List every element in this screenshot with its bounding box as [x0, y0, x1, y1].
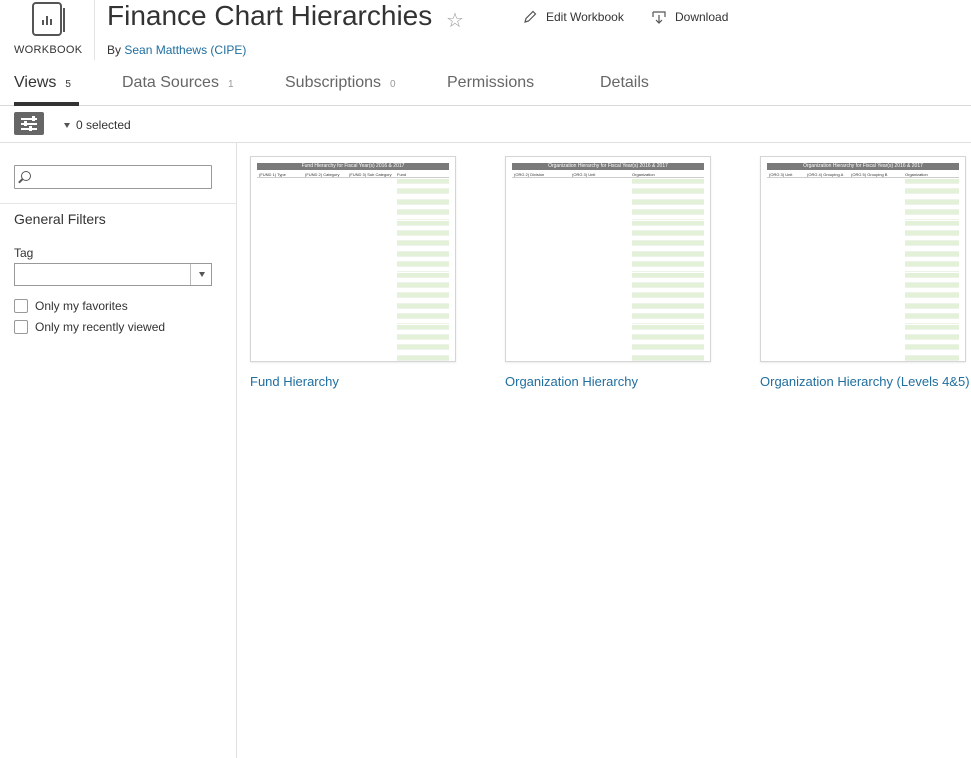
- tab-label: Data Sources: [122, 74, 219, 91]
- only-recent-label: Only my recently viewed: [35, 320, 166, 334]
- view-thumbnail[interactable]: Organization Hierarchy for Fiscal Year(s…: [505, 156, 711, 362]
- thumbnail-body: [257, 179, 449, 361]
- tab-label: Subscriptions: [285, 74, 382, 91]
- edit-workbook-button[interactable]: Edit Workbook: [522, 9, 624, 25]
- selected-count: 0 selected: [76, 118, 131, 132]
- byline-prefix: By: [107, 43, 122, 57]
- tab-data-sources[interactable]: Data Sources 1: [122, 74, 234, 92]
- search-icon: [21, 171, 31, 181]
- tab-details[interactable]: Details: [600, 74, 649, 92]
- download-icon: [651, 9, 667, 25]
- filter-sidebar: General Filters Tag Only my favorites On…: [0, 143, 237, 758]
- view-card-organization-hierarchy[interactable]: Organization Hierarchy for Fiscal Year(s…: [505, 156, 711, 389]
- view-thumbnail[interactable]: Organization Hierarchy for Fiscal Year(s…: [760, 156, 966, 362]
- search-input[interactable]: [14, 165, 212, 189]
- thumbnail-column: (ORG 3) Unit: [572, 172, 596, 177]
- thumbnail-column: (ORG 2) Division: [514, 172, 545, 177]
- view-title-link[interactable]: Organization Hierarchy: [505, 374, 720, 390]
- chevron-down-icon: [199, 272, 205, 277]
- view-title-link[interactable]: Fund Hierarchy: [250, 374, 465, 390]
- selection-dropdown[interactable]: 0 selected: [64, 118, 131, 132]
- favorite-star-icon[interactable]: ☆: [446, 8, 464, 33]
- tab-count: 5: [65, 79, 71, 90]
- page-title: Finance Chart Hierarchies: [107, 0, 433, 31]
- view-title-link[interactable]: Organization Hierarchy (Levels 4&5): [760, 374, 971, 390]
- active-tab-indicator: [14, 102, 79, 106]
- thumbnail-title: Fund Hierarchy for Fiscal Year(s) 2016 &…: [257, 163, 449, 170]
- general-filters-heading: General Filters: [14, 211, 106, 227]
- thumbnail-title: Organization Hierarchy for Fiscal Year(s…: [767, 163, 959, 170]
- thumbnail-columns: (ORG 2) Division (ORG 3) Unit Organizati…: [512, 172, 704, 178]
- tag-label: Tag: [14, 246, 34, 260]
- tab-subscriptions[interactable]: Subscriptions 0: [285, 74, 396, 92]
- thumbnail-column: Fund: [397, 172, 407, 177]
- only-recent-option[interactable]: Only my recently viewed: [14, 320, 165, 334]
- byline: By Sean Matthews (CIPE): [107, 43, 246, 57]
- tab-label: Permissions: [447, 74, 535, 91]
- tab-permissions[interactable]: Permissions: [447, 74, 534, 92]
- tab-label: Views: [14, 74, 57, 91]
- view-card-fund-hierarchy[interactable]: Fund Hierarchy for Fiscal Year(s) 2016 &…: [250, 156, 456, 389]
- thumbnail-row: [397, 361, 449, 362]
- toolbar: 0 selected: [0, 107, 971, 143]
- thumbnail-columns: (ORG 3) Unit (ORG 4) Grouping A (ORG 5) …: [767, 172, 959, 178]
- thumbnail-column: (FUND 3) Sub Category: [349, 172, 392, 177]
- download-button[interactable]: Download: [651, 9, 728, 25]
- thumbnail-column: (ORG 4) Grouping A: [807, 172, 844, 177]
- sidebar-divider: [0, 203, 236, 204]
- filter-panel-toggle-button[interactable]: [14, 112, 44, 135]
- thumbnail-columns: (FUND 1) Type (FUND 2) Category (FUND 3)…: [257, 172, 449, 178]
- thumbnail-row: [905, 361, 959, 362]
- tab-count: 0: [390, 79, 396, 90]
- workbook-icon: [32, 2, 65, 36]
- thumbnail-row: [632, 361, 704, 362]
- thumbnail-body: [512, 179, 704, 361]
- thumbnail-title: Organization Hierarchy for Fiscal Year(s…: [512, 163, 704, 170]
- thumbnail-column: (ORG 3) Unit: [769, 172, 793, 177]
- thumbnail-column: Organization: [905, 172, 928, 177]
- only-favorites-checkbox[interactable]: [14, 299, 28, 313]
- workbook-label: WORKBOOK: [14, 44, 83, 56]
- thumbnail-column: Organization: [632, 172, 655, 177]
- thumbnail-column: (ORG 5) Grouping B: [851, 172, 888, 177]
- only-favorites-option[interactable]: Only my favorites: [14, 299, 128, 313]
- edit-workbook-label: Edit Workbook: [546, 10, 624, 24]
- thumbnail-body: [767, 179, 959, 361]
- download-label: Download: [675, 10, 729, 24]
- tab-views[interactable]: Views 5: [14, 74, 71, 92]
- chevron-down-icon: [64, 122, 70, 128]
- tab-count: 1: [227, 79, 234, 90]
- tag-select[interactable]: [14, 263, 212, 286]
- author-link[interactable]: Sean Matthews (CIPE): [124, 43, 246, 57]
- header-divider: [94, 0, 95, 60]
- tab-label: Details: [600, 74, 649, 91]
- pencil-icon: [522, 9, 538, 25]
- only-favorites-label: Only my favorites: [35, 299, 128, 313]
- tab-bar: Views 5 Data Sources 1 Subscriptions 0 P…: [0, 64, 971, 106]
- view-thumbnail[interactable]: Fund Hierarchy for Fiscal Year(s) 2016 &…: [250, 156, 456, 362]
- thumbnail-column: (FUND 2) Category: [305, 172, 340, 177]
- view-card-organization-hierarchy-levels-4-5[interactable]: Organization Hierarchy for Fiscal Year(s…: [760, 156, 970, 389]
- only-recent-checkbox[interactable]: [14, 320, 28, 334]
- thumbnail-column: (FUND 1) Type: [259, 172, 286, 177]
